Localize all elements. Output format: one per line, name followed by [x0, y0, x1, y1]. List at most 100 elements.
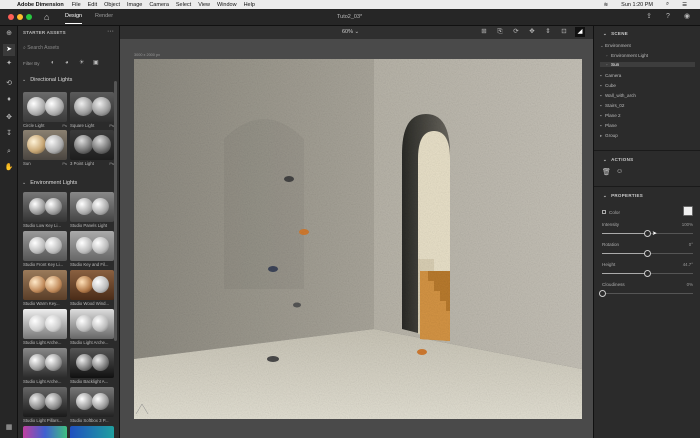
section-directional-lights[interactable]: ⌄ Directional Lights — [22, 77, 72, 83]
filter-lights-icon[interactable]: ☀ — [79, 60, 86, 67]
asset-thumb-sun[interactable] — [23, 130, 67, 160]
search-input[interactable]: ⌕ Search Assets — [23, 43, 115, 53]
layer-stairs[interactable]: ▪ Stairs_02 — [600, 103, 624, 108]
assets-scrollbar[interactable] — [114, 81, 117, 341]
slider-knob[interactable] — [644, 230, 651, 237]
asset-thumb[interactable] — [23, 231, 67, 261]
help-icon[interactable]: ? — [663, 12, 673, 22]
select-tool-icon[interactable]: ➤ — [3, 44, 15, 56]
layer-environment[interactable]: ⌄Environment — [600, 43, 631, 49]
snap-icon[interactable]: ⊞ — [479, 27, 489, 37]
render-preview-icon[interactable]: ◢ — [575, 27, 585, 37]
control-center-icon[interactable]: ☰ — [682, 2, 687, 8]
rotation-value[interactable]: 0° — [689, 242, 693, 247]
home-icon[interactable]: ⌂ — [44, 12, 54, 22]
menu-object[interactable]: Object — [104, 2, 120, 8]
slider-knob[interactable] — [644, 270, 651, 277]
wifi-icon[interactable]: ≋ — [604, 2, 609, 8]
cloudiness-value[interactable]: 0% — [687, 282, 693, 287]
menu-image[interactable]: Image — [127, 2, 142, 8]
asset-thumb[interactable] — [70, 192, 114, 222]
asset-thumb[interactable] — [70, 348, 114, 378]
spotlight-icon[interactable]: ⌕ — [666, 1, 669, 8]
tab-render[interactable]: Render — [95, 13, 113, 19]
render-preview[interactable] — [134, 59, 582, 419]
smart-action-icon[interactable]: ☺ — [616, 168, 623, 175]
asset-thumb-circle-light[interactable] — [23, 92, 67, 122]
menu-camera[interactable]: Camera — [149, 2, 169, 8]
drop-to-ground-icon[interactable]: ↧ — [3, 128, 15, 140]
asset-thumb[interactable] — [23, 387, 67, 417]
dolly-camera-icon[interactable]: ⇕ — [543, 27, 553, 37]
properties-header[interactable]: ⌄ PROPERTIES — [603, 193, 643, 199]
tab-design[interactable]: Design — [65, 13, 83, 24]
layer-sun[interactable]: ◦ Sun — [600, 62, 695, 67]
minimize-window-button[interactable] — [17, 14, 23, 20]
layer-plane[interactable]: ▪ Plane — [600, 123, 617, 128]
section-environment-lights[interactable]: ⌄ Environment Lights — [22, 180, 77, 186]
menu-window[interactable]: Window — [217, 2, 237, 8]
height-value[interactable]: 44.7° — [683, 262, 693, 267]
orbit-tool-icon[interactable]: ⟲ — [3, 78, 15, 90]
layer-cube[interactable]: ▪ Cube — [600, 83, 616, 88]
asset-thumb[interactable] — [70, 387, 114, 417]
layer-camera[interactable]: ▪ Camera — [600, 73, 621, 78]
menu-file[interactable]: File — [72, 2, 81, 8]
layer-wall-with-arch[interactable]: ▪ Wall_with_arch — [600, 93, 636, 98]
layer-environment-light[interactable]: ◦ Environment Light — [606, 53, 648, 58]
layer-plane-2[interactable]: ▪ Plane 2 — [600, 113, 621, 118]
asset-thumb-3-point-light[interactable] — [70, 130, 114, 160]
frame-camera-icon[interactable]: ⊡ — [559, 27, 569, 37]
menu-view[interactable]: View — [198, 2, 210, 8]
share-icon[interactable]: ⇪ — [644, 12, 654, 22]
menu-help[interactable]: Help — [244, 2, 255, 8]
zoom-level[interactable]: 60% ⌄ — [342, 29, 359, 35]
magic-wand-icon[interactable]: ✦ — [3, 58, 15, 70]
asset-thumb[interactable] — [70, 309, 114, 339]
menu-select[interactable]: Select — [176, 2, 191, 8]
intensity-value[interactable]: 100% — [682, 222, 693, 227]
asset-thumb[interactable] — [23, 309, 67, 339]
slider-knob[interactable] — [644, 250, 651, 257]
clock[interactable]: Sun 1:20 PM — [621, 2, 653, 8]
filter-models-icon[interactable]: ◐ — [51, 60, 58, 67]
asset-thumb[interactable] — [70, 426, 114, 438]
asset-panel-toggle-icon[interactable]: ▦ — [3, 422, 15, 434]
orbit-camera-icon[interactable]: ⟳ — [511, 27, 521, 37]
delete-icon[interactable]: 🗑 — [602, 168, 611, 176]
app-menu[interactable]: Adobe Dimension — [17, 2, 64, 8]
paint-bucket-icon[interactable]: ♦ — [3, 94, 15, 106]
filter-images-icon[interactable]: ▣ — [93, 60, 100, 67]
close-window-button[interactable] — [8, 14, 14, 20]
add-icon[interactable]: ⊕ — [3, 28, 15, 40]
user-icon[interactable]: ◉ — [682, 12, 692, 22]
filter-label: Filter By — [23, 61, 40, 66]
canvas-viewport[interactable]: 60% ⌄ ⊞ ⎘ ⟳ ✥ ⇕ ⊡ ◢ 3000 x 2000 px — [120, 26, 593, 438]
rotation-slider[interactable] — [602, 250, 693, 257]
more-options-icon[interactable]: ··· — [107, 28, 114, 35]
actions-header[interactable]: ⌄ ACTIONS — [603, 157, 633, 163]
move-tool-icon[interactable]: ✥ — [3, 112, 15, 124]
chevron-down-icon: ⌄ — [22, 77, 27, 83]
height-slider[interactable] — [602, 270, 693, 277]
camera-bookmark-icon[interactable]: ⎘ — [495, 27, 505, 37]
filter-materials-icon[interactable]: ◕ — [65, 60, 72, 67]
intensity-slider[interactable] — [602, 230, 693, 237]
scene-header[interactable]: ⌄ SCENE — [603, 31, 628, 37]
zoom-window-button[interactable] — [26, 14, 32, 20]
slider-knob[interactable] — [598, 290, 606, 297]
asset-thumb[interactable] — [70, 270, 114, 300]
hand-tool-icon[interactable]: ✋ — [3, 162, 15, 174]
zoom-tool-icon[interactable]: ⌕ — [3, 146, 15, 158]
menu-edit[interactable]: Edit — [88, 2, 97, 8]
pan-camera-icon[interactable]: ✥ — [527, 27, 537, 37]
asset-thumb[interactable] — [23, 426, 67, 438]
asset-thumb[interactable] — [23, 348, 67, 378]
cloudiness-slider[interactable] — [598, 290, 693, 297]
color-swatch[interactable] — [683, 206, 693, 216]
asset-thumb-square-light[interactable] — [70, 92, 114, 122]
layer-group[interactable]: ▸ Group — [600, 133, 618, 139]
asset-thumb[interactable] — [70, 231, 114, 261]
asset-thumb[interactable] — [23, 270, 67, 300]
asset-thumb[interactable] — [23, 192, 67, 222]
